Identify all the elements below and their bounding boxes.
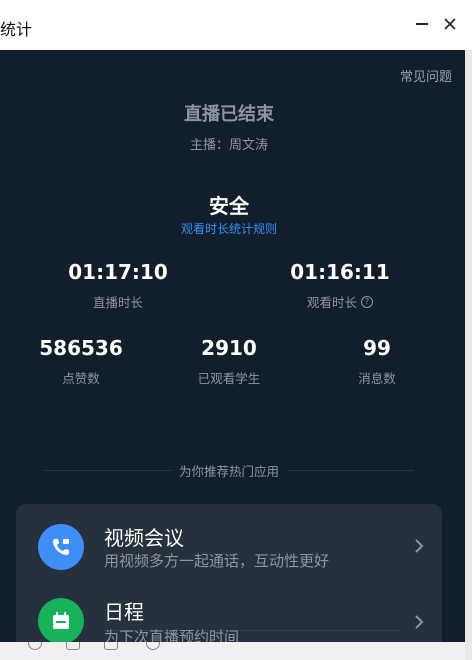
watch-duration-value: 01:16:11 — [290, 260, 390, 284]
close-button[interactable] — [436, 10, 464, 38]
minimize-icon — [416, 23, 428, 25]
bottom-toolbar — [0, 642, 465, 660]
calendar-icon — [38, 598, 84, 644]
phone-icon[interactable] — [28, 642, 42, 650]
app-item-video-meeting[interactable]: 视频会议 用视频多方一起通话，互动性更好 — [16, 504, 442, 570]
cart-icon[interactable] — [104, 642, 118, 650]
divider-line — [44, 469, 171, 471]
close-icon — [444, 18, 456, 30]
window-title: 统计 — [0, 20, 33, 39]
app-name: 日程 — [104, 600, 144, 624]
chevron-right-icon — [415, 615, 424, 629]
watch-time-rules-link[interactable]: 观看时长统计规则 — [0, 220, 458, 237]
chevron-right-icon — [415, 539, 424, 553]
minimize-button[interactable] — [408, 10, 436, 38]
live-duration-stat: 01:17:10 直播时长 — [58, 260, 178, 311]
live-duration-value: 01:17:10 — [68, 260, 168, 284]
host-label: 主播：周文涛 — [189, 138, 268, 153]
messages-stat: 99 消息数 — [318, 336, 436, 387]
safety-status: 安全 — [209, 194, 249, 218]
stats-panel: 常见问题 直播已结束 主播：周文涛 安全 观看时长统计规则 01:17:10 直… — [0, 50, 465, 654]
live-duration-label: 直播时长 — [92, 295, 143, 310]
likes-value: 586536 — [39, 336, 123, 360]
messages-value: 99 — [363, 336, 391, 360]
messages-label: 消息数 — [358, 371, 396, 386]
folder-icon[interactable] — [66, 642, 80, 650]
recommend-divider: 为你推荐热门应用 — [44, 460, 415, 480]
likes-label: 点赞数 — [62, 371, 100, 386]
watch-duration-stat: 01:16:11 观看时长 ? — [280, 260, 400, 311]
recommend-heading: 为你推荐热门应用 — [179, 463, 280, 479]
title-bar: 统计 — [0, 0, 472, 50]
students-stat: 2910 已观看学生 — [170, 336, 288, 387]
faq-link[interactable]: 常见问题 — [400, 66, 452, 85]
students-value: 2910 — [201, 336, 257, 360]
watch-duration-label: 观看时长 — [306, 295, 357, 310]
help-icon[interactable]: ? — [361, 295, 373, 308]
clock-icon[interactable] — [146, 642, 160, 650]
app-description: 用视频多方一起通话，互动性更好 — [104, 552, 330, 570]
likes-stat: 586536 点赞数 — [22, 336, 140, 387]
divider-line — [287, 469, 415, 471]
students-label: 已观看学生 — [197, 371, 261, 386]
video-call-icon — [38, 524, 84, 570]
window-edge — [465, 50, 472, 660]
live-status: 直播已结束 — [184, 104, 274, 125]
recommended-apps-card: 视频会议 用视频多方一起通话，互动性更好 日程 为下次直播预约时间 — [16, 504, 442, 654]
app-name: 视频会议 — [104, 526, 184, 550]
